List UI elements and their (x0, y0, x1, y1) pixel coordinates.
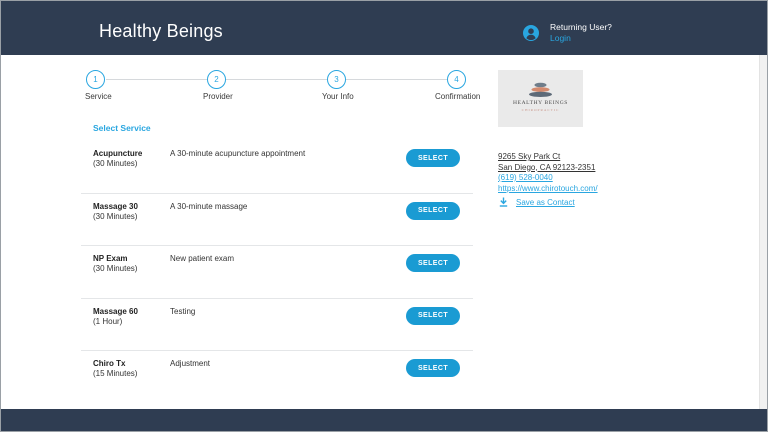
select-button-np-exam[interactable]: SELECT (406, 254, 460, 272)
service-duration: (30 Minutes) (93, 264, 138, 273)
service-description: A 30-minute acupuncture appointment (170, 149, 306, 158)
service-row-chiro-tx: Chiro Tx (15 Minutes) Adjustment SELECT (81, 351, 473, 404)
service-row-massage-60: Massage 60 (1 Hour) Testing SELECT (81, 299, 473, 351)
select-button-chiro-tx[interactable]: SELECT (406, 359, 460, 377)
service-description: A 30-minute massage (170, 201, 248, 211)
step-4-label: Confirmation (435, 92, 481, 101)
step-connector (226, 79, 327, 80)
returning-user-label: Returning User? (550, 22, 612, 32)
logo-wordmark: HEALTHY BEINGS (513, 100, 568, 106)
service-description: New patient exam (170, 254, 235, 263)
app-window: Healthy Beings Returning User? Login 1 2… (0, 0, 768, 432)
step-1-indicator[interactable]: 1 (86, 70, 105, 89)
service-row-acupuncture: Acupuncture (30 Minutes) A 30-minute acu… (81, 141, 473, 194)
service-name: Acupuncture (93, 149, 143, 158)
step-2-indicator[interactable]: 2 (207, 70, 226, 89)
service-name: Massage 30 (93, 201, 138, 211)
step-4-indicator[interactable]: 4 (447, 70, 466, 89)
clinic-logo: HEALTHY BEINGS CHIROPRACTIC (498, 70, 583, 127)
service-duration: (15 Minutes) (93, 369, 138, 378)
brand-title: Healthy Beings (99, 21, 223, 41)
service-name: Massage 60 (93, 306, 138, 316)
login-link[interactable]: Login (550, 33, 612, 44)
page-footer (1, 409, 767, 431)
step-2-label: Provider (203, 92, 233, 101)
service-duration: (30 Minutes) (93, 159, 138, 168)
address-line-2[interactable]: San Diego, CA 92123-2351 (498, 163, 598, 174)
top-header: Healthy Beings Returning User? Login (1, 1, 767, 55)
save-as-contact-link[interactable]: Save as Contact (499, 197, 575, 207)
returning-user-panel: Returning User? Login (523, 22, 612, 44)
step-3-label: Your Info (322, 92, 354, 101)
service-name: Chiro Tx (93, 359, 126, 368)
step-3-indicator[interactable]: 3 (327, 70, 346, 89)
page-scrollbar[interactable] (759, 55, 767, 409)
service-description: Testing (170, 306, 196, 316)
download-icon (499, 197, 508, 207)
clinic-contact: 9265 Sky Park Ct San Diego, CA 92123-235… (498, 152, 598, 194)
service-row-np-exam: NP Exam (30 Minutes) New patient exam SE… (81, 246, 473, 299)
website-link[interactable]: https://www.chirotouch.com/ (498, 184, 598, 195)
select-button-massage-60[interactable]: SELECT (406, 306, 460, 325)
address-line-1[interactable]: 9265 Sky Park Ct (498, 152, 598, 163)
step-1-label: Service (85, 92, 112, 101)
select-button-acupuncture[interactable]: SELECT (406, 149, 460, 167)
service-duration: (30 Minutes) (93, 211, 138, 221)
logo-tagline: CHIROPRACTIC (521, 108, 560, 112)
service-name: NP Exam (93, 254, 128, 263)
service-description: Adjustment (170, 359, 211, 368)
service-duration: (1 Hour) (93, 316, 123, 326)
stacked-stones-icon (529, 82, 552, 97)
service-list: Acupuncture (30 Minutes) A 30-minute acu… (81, 141, 473, 404)
phone-link[interactable]: (619) 528-0040 (498, 173, 598, 184)
section-title: Select Service (93, 123, 151, 133)
step-connector (346, 79, 447, 80)
select-button-massage-30[interactable]: SELECT (406, 201, 460, 220)
user-circle-icon[interactable] (523, 25, 539, 41)
service-row-massage-30: Massage 30 (30 Minutes) A 30-minute mass… (81, 194, 473, 246)
save-as-contact-label: Save as Contact (516, 197, 575, 207)
step-connector (106, 79, 207, 80)
